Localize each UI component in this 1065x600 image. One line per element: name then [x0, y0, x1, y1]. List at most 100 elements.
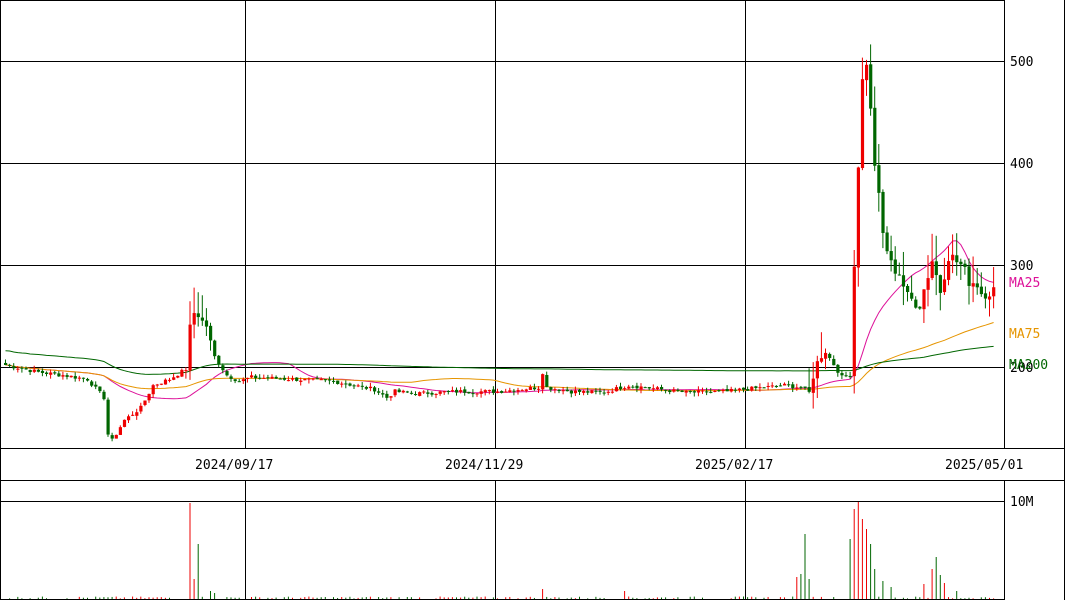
candle-body: [360, 385, 364, 387]
candle-body: [520, 390, 524, 392]
candle-body: [147, 393, 151, 401]
candle-body: [254, 375, 258, 379]
candle-body: [819, 358, 824, 362]
stock-chart: 500 400 300 200 MA25 MA75 MA200 2024/09/…: [0, 0, 1065, 600]
candle-body: [127, 416, 131, 421]
candle-body: [266, 377, 270, 379]
candle-body: [135, 412, 139, 416]
candle-body: [106, 399, 110, 435]
candle-body: [397, 389, 401, 393]
candle-body: [573, 390, 578, 394]
candle-body: [225, 371, 229, 376]
candle-body: [873, 107, 877, 166]
candle-body: [508, 390, 512, 393]
candle-body: [204, 320, 209, 327]
candle-body: [754, 386, 758, 388]
candle-body: [553, 389, 557, 391]
candle-body: [951, 254, 955, 261]
candle-body: [122, 419, 127, 427]
candle-body: [692, 391, 696, 393]
candle-body: [606, 391, 610, 393]
candle-body: [262, 377, 266, 379]
candle-body: [319, 379, 323, 381]
candle-body: [865, 64, 869, 81]
candle-body: [811, 378, 815, 393]
candle-body: [836, 364, 840, 373]
candle-body: [557, 389, 561, 392]
candle-body: [94, 384, 98, 387]
volume-tick-10m: 10M: [1010, 495, 1034, 510]
candle-body: [348, 383, 352, 386]
candle-body: [893, 259, 897, 274]
candle-body: [959, 261, 963, 265]
candle-body: [660, 387, 664, 390]
ma25-label: MA25: [1009, 276, 1040, 291]
candle-body: [688, 390, 692, 392]
candle-body: [311, 378, 315, 380]
candle-body: [405, 391, 409, 393]
candle-body: [430, 392, 434, 395]
candle-body: [20, 367, 24, 369]
candle-body: [664, 389, 668, 391]
moving-average-lines: [5, 240, 994, 400]
candle-body: [963, 263, 967, 267]
candle-body: [787, 384, 791, 386]
candle-body: [848, 375, 852, 378]
candle-body: [491, 389, 496, 393]
candle-body: [619, 386, 623, 390]
candle-body: [159, 383, 163, 385]
candle-body: [12, 366, 16, 369]
candle-body: [532, 387, 537, 390]
candle-body: [270, 376, 274, 379]
candle-body: [69, 375, 73, 378]
candle-body: [274, 376, 278, 379]
date-label-3: 2025/02/17: [695, 458, 773, 473]
candle-body: [241, 379, 245, 382]
candle-body: [172, 377, 176, 380]
candle-body: [647, 387, 651, 389]
candle-body: [446, 390, 450, 392]
candle-body: [180, 369, 184, 377]
candle-body: [299, 380, 303, 382]
candle-body: [717, 390, 721, 392]
candle-body: [516, 390, 520, 392]
candle-body: [323, 379, 327, 381]
candle-body: [217, 355, 221, 365]
candle-body: [881, 191, 885, 233]
candle-body: [758, 387, 762, 389]
candle-body: [455, 389, 459, 393]
candle-body: [643, 387, 647, 389]
candle-body: [192, 313, 196, 325]
candle-body: [303, 378, 307, 381]
candle-body: [910, 292, 914, 299]
candle-body: [614, 387, 619, 392]
candle-body: [934, 261, 938, 276]
candle-body: [81, 377, 86, 379]
candle-body: [90, 381, 94, 386]
candle-body: [926, 278, 930, 290]
date-label-1: 2024/09/17: [195, 458, 273, 473]
ma200-label: MA200: [1009, 358, 1048, 373]
candle-body: [914, 299, 918, 308]
candle-body: [459, 390, 463, 392]
candle-body: [426, 392, 430, 394]
candle-body: [942, 279, 947, 293]
candle-body: [196, 313, 200, 318]
candle-body: [291, 378, 295, 380]
candle-body: [631, 386, 635, 388]
candle-body: [852, 266, 856, 377]
candle-body: [143, 400, 147, 405]
candle-body: [774, 385, 778, 387]
candle-body: [791, 384, 795, 389]
candle-body: [479, 391, 483, 394]
candle-body: [504, 391, 508, 393]
candle-body: [988, 296, 992, 300]
candle-body: [795, 387, 799, 389]
candle-body: [483, 390, 487, 393]
candle-body: [245, 377, 250, 379]
candle-body: [24, 368, 28, 370]
candle-body: [684, 390, 688, 393]
candle-body: [610, 391, 614, 393]
candle-body: [750, 386, 754, 391]
candle-body: [770, 385, 774, 387]
